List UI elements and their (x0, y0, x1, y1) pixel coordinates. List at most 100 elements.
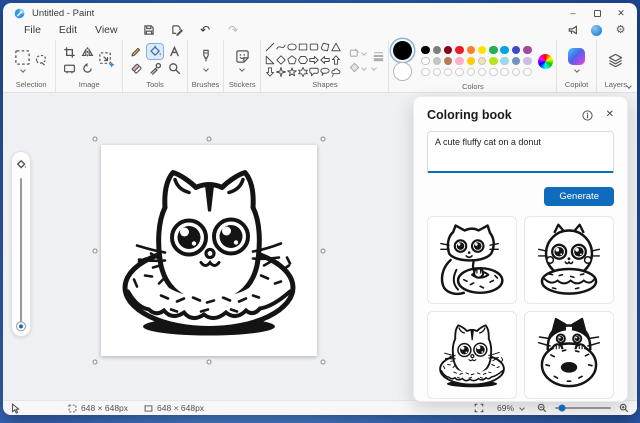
minimize-icon[interactable]: – (561, 6, 585, 20)
pencil-icon[interactable] (128, 44, 144, 59)
thumbnail-black-white-cat-behind-donut[interactable] (524, 311, 614, 399)
four-point-star-shape-icon[interactable] (275, 66, 286, 79)
hexagon-shape-icon[interactable] (297, 54, 308, 67)
shape-outline-icon[interactable] (349, 47, 368, 58)
palette-color-swatch[interactable] (443, 56, 453, 66)
heart-shape-icon[interactable] (264, 79, 275, 80)
redo-icon[interactable]: ↷ (227, 24, 240, 37)
palette-color-swatch[interactable] (489, 45, 498, 55)
palette-empty-slot[interactable] (455, 67, 464, 77)
palette-color-swatch[interactable] (477, 45, 487, 55)
palette-color-swatch[interactable] (432, 45, 442, 55)
palette-empty-slot[interactable] (421, 67, 430, 77)
palette-empty-slot[interactable] (489, 67, 498, 77)
color2-swatch[interactable] (393, 62, 413, 81)
eraser-icon[interactable] (128, 61, 144, 76)
palette-color-swatch[interactable] (421, 45, 430, 55)
thumbnail-cat-head-in-donut[interactable] (427, 311, 517, 399)
sticker-icon[interactable] (235, 49, 250, 64)
selection-handle[interactable] (206, 136, 212, 142)
palette-color-swatch[interactable] (466, 45, 476, 55)
size-slider-thumb[interactable] (17, 322, 25, 331)
zoom-in-icon[interactable] (619, 403, 629, 413)
thumbnail-cat-hugging-donut[interactable] (427, 216, 517, 304)
right-triangle-shape-icon[interactable] (264, 54, 275, 67)
curve-shape-icon[interactable] (275, 41, 286, 54)
magnifier-icon[interactable] (166, 61, 182, 76)
palette-color-swatch[interactable] (443, 45, 453, 55)
close-icon[interactable]: ✕ (609, 6, 633, 20)
palette-color-swatch[interactable] (500, 45, 509, 55)
layers-icon[interactable] (607, 52, 624, 69)
palette-color-swatch[interactable] (489, 56, 498, 66)
save-as-icon[interactable] (171, 24, 184, 37)
dropdown-chevron-icon[interactable] (573, 67, 580, 73)
dropdown-chevron-icon[interactable] (239, 66, 246, 72)
free-form-selection-icon[interactable] (34, 53, 48, 67)
palette-color-swatch[interactable] (455, 56, 464, 66)
lightning-shape-icon[interactable] (275, 79, 286, 80)
selection-handle[interactable] (92, 136, 98, 142)
palette-color-swatch[interactable] (466, 56, 476, 66)
generate-button[interactable]: Generate (544, 187, 614, 206)
five-point-star-shape-icon[interactable] (286, 66, 297, 79)
diamond-shape-icon[interactable] (275, 54, 286, 67)
palette-color-swatch[interactable] (477, 56, 487, 66)
drawing-canvas[interactable] (92, 136, 326, 365)
right-arrow-shape-icon[interactable] (308, 54, 319, 67)
rounded-rectangle-shape-icon[interactable] (308, 41, 319, 54)
palette-empty-slot[interactable] (466, 67, 476, 77)
pentagon-shape-icon[interactable] (286, 54, 297, 67)
rectangular-selection-icon[interactable] (14, 49, 31, 73)
down-arrow-shape-icon[interactable] (264, 66, 275, 79)
rectangle-shape-icon[interactable] (297, 41, 308, 54)
selection-handle[interactable] (320, 359, 326, 365)
rounded-callout-shape-icon[interactable] (308, 66, 319, 79)
six-point-star-shape-icon[interactable] (297, 66, 308, 79)
dropdown-chevron-icon[interactable] (371, 65, 378, 71)
palette-color-swatch[interactable] (455, 45, 464, 55)
prompt-input[interactable]: A cute fluffy cat on a donut (427, 131, 614, 173)
left-arrow-shape-icon[interactable] (319, 54, 330, 67)
undo-icon[interactable]: ↶ (199, 24, 212, 37)
text-tool-icon[interactable] (166, 44, 182, 59)
resize-icon[interactable] (98, 51, 116, 69)
zoom-slider[interactable] (555, 404, 611, 412)
palette-color-swatch[interactable] (511, 45, 521, 55)
zoom-level-dropdown[interactable]: 69% (492, 402, 529, 414)
palette-empty-slot[interactable] (500, 67, 509, 77)
palette-empty-slot[interactable] (443, 67, 453, 77)
marquee-icon[interactable] (63, 62, 77, 75)
selection-handle[interactable] (206, 359, 212, 365)
settings-gear-icon[interactable]: ⚙ (614, 24, 627, 37)
palette-color-swatch[interactable] (421, 56, 430, 66)
palette-color-swatch[interactable] (523, 45, 532, 55)
up-arrow-shape-icon[interactable] (330, 54, 341, 67)
menu-file[interactable]: File (15, 22, 50, 38)
eyedropper-icon[interactable] (147, 61, 163, 76)
account-avatar[interactable] (591, 24, 602, 36)
line-size-icon[interactable] (372, 50, 385, 62)
palette-empty-slot[interactable] (432, 67, 442, 77)
palette-empty-slot[interactable] (523, 67, 532, 77)
panel-close-icon[interactable]: ✕ (606, 110, 614, 120)
oval-callout-shape-icon[interactable] (319, 66, 330, 79)
selection-handle[interactable] (92, 248, 98, 253)
zoom-slider-thumb[interactable] (558, 404, 566, 412)
size-slider[interactable] (17, 178, 25, 331)
rotate-icon[interactable] (81, 62, 95, 75)
edit-colors-wheel-icon[interactable] (537, 53, 553, 69)
selection-handle[interactable] (320, 136, 326, 142)
brush-icon[interactable] (199, 49, 213, 64)
shape-fill-icon[interactable] (349, 62, 368, 73)
copilot-icon[interactable] (568, 48, 586, 65)
selection-handle[interactable] (320, 248, 326, 253)
oval-shape-icon[interactable] (286, 41, 297, 54)
dropdown-chevron-icon[interactable] (202, 66, 209, 72)
palette-color-swatch[interactable] (500, 56, 509, 66)
flip-icon[interactable] (81, 46, 95, 59)
fill-icon[interactable] (146, 43, 165, 60)
menu-edit[interactable]: Edit (50, 22, 86, 38)
thumbnail-fluffy-cat-on-donut[interactable] (524, 216, 614, 304)
palette-empty-slot[interactable] (511, 67, 521, 77)
